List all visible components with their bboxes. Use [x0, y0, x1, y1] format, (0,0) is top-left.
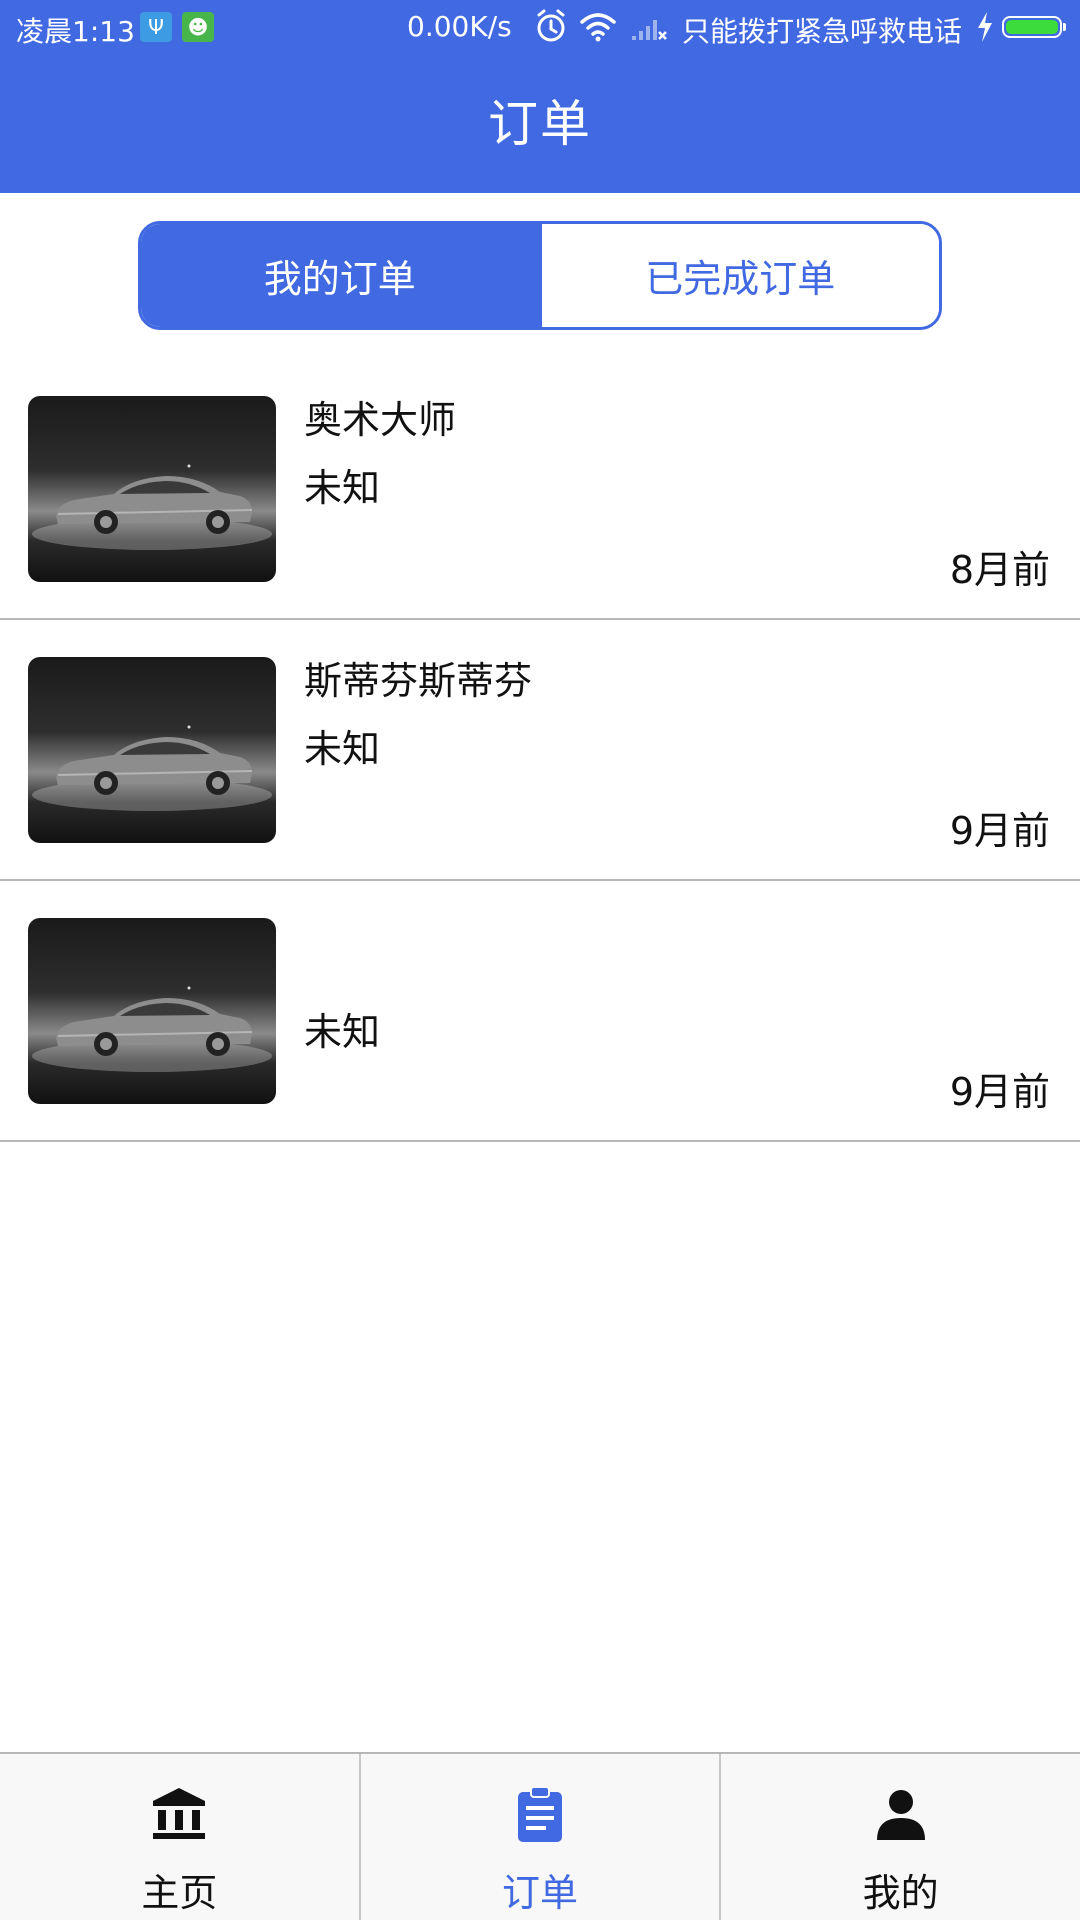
order-status: 未知	[304, 466, 381, 510]
order-time: 8月前	[949, 548, 1050, 592]
status-time: 凌晨1:13	[16, 15, 135, 48]
nav-label-orders: 订单	[502, 1871, 579, 1915]
alarm-icon	[533, 6, 569, 53]
order-tabs: 我的订单 已完成订单	[138, 221, 942, 330]
nav-item-me[interactable]: 我的	[719, 1754, 1080, 1920]
app-screen: 凌晨1:13 Ψ ☻ 0.00K/s 只能拨打紧急呼救电话 订单 我的订单 已完…	[0, 0, 1080, 1920]
order-name: 奥术大师	[304, 398, 457, 442]
tab-my-orders[interactable]: 我的订单	[141, 224, 539, 327]
nav-item-orders[interactable]: 订单	[358, 1754, 720, 1920]
nav-item-home[interactable]: 主页	[0, 1754, 359, 1920]
signal-icon	[630, 6, 670, 53]
network-speed: 0.00K/s	[407, 10, 512, 43]
bank-icon	[149, 1784, 209, 1844]
bottom-nav: 主页 订单 我的	[0, 1752, 1080, 1920]
nav-label-home: 主页	[141, 1871, 218, 1915]
tab-completed-orders[interactable]: 已完成订单	[538, 224, 939, 327]
order-name: 斯蒂芬斯蒂芬	[304, 659, 533, 703]
car-thumbnail	[28, 657, 276, 843]
usb-icon: Ψ	[140, 12, 172, 42]
car-thumbnail	[28, 396, 276, 582]
clipboard-icon	[510, 1784, 570, 1844]
charging-icon	[974, 6, 996, 53]
order-time: 9月前	[949, 809, 1050, 853]
order-item[interactable]: 奥术大师 未知 8月前	[0, 359, 1080, 620]
carrier-status: 只能拨打紧急呼救电话	[682, 15, 963, 48]
order-item[interactable]: 斯蒂芬斯蒂芬 未知 9月前	[0, 620, 1080, 881]
app-header: 订单	[0, 56, 1080, 193]
android-debug-icon: ☻	[182, 12, 214, 42]
order-list: 奥术大师 未知 8月前 斯蒂芬斯蒂芬 未知 9月前 未知 9月前	[0, 359, 1080, 1142]
order-status: 未知	[304, 727, 381, 771]
car-thumbnail	[28, 918, 276, 1104]
wifi-icon	[578, 6, 618, 53]
page-title: 订单	[488, 95, 592, 153]
order-status: 未知	[304, 1010, 381, 1054]
order-time: 9月前	[949, 1070, 1050, 1114]
order-item[interactable]: 未知 9月前	[0, 881, 1080, 1142]
status-bar: 凌晨1:13 Ψ ☻ 0.00K/s 只能拨打紧急呼救电话	[0, 0, 1080, 56]
nav-label-me: 我的	[862, 1871, 939, 1915]
battery-icon	[1002, 16, 1066, 38]
person-icon	[871, 1784, 931, 1844]
battery-level	[1006, 20, 1058, 34]
